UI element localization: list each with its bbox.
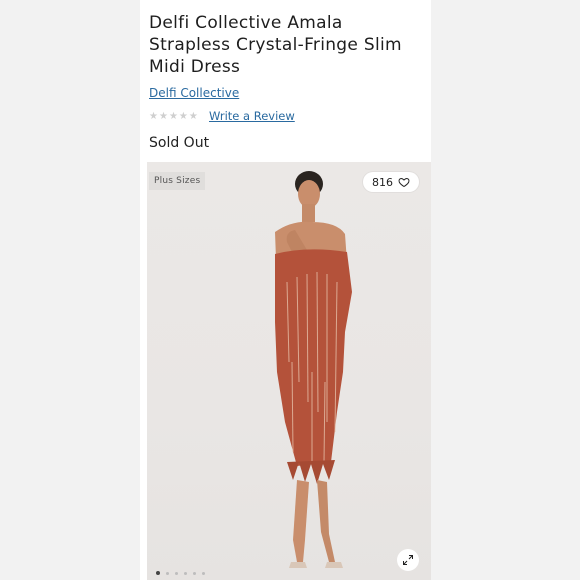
plus-sizes-tag: Plus Sizes [149, 172, 206, 190]
like-button[interactable]: 816 [363, 172, 419, 192]
carousel-dot[interactable] [184, 571, 187, 575]
star-icon: ★ [149, 111, 158, 122]
carousel-dot[interactable] [193, 571, 196, 575]
carousel-dot[interactable] [175, 571, 178, 575]
brand-link[interactable]: Delfi Collective [149, 86, 239, 100]
star-icon: ★ [178, 111, 188, 122]
product-page: Delfi Collective Amala Strapless Crystal… [140, 0, 431, 580]
product-title: Delfi Collective Amala Strapless Crystal… [149, 13, 402, 77]
star-icon: ★ [158, 111, 168, 122]
model-photo [275, 171, 352, 568]
star-icon: ★ [188, 111, 198, 122]
like-count: 816 [372, 175, 393, 189]
expand-icon [403, 555, 413, 565]
carousel-indicator [156, 571, 205, 575]
carousel-dot[interactable] [166, 571, 169, 575]
star-icon: ★ [168, 111, 178, 122]
write-review-link[interactable]: Write a Review [209, 109, 295, 123]
product-image[interactable]: Plus Sizes 816 [147, 162, 431, 580]
heart-icon [398, 177, 410, 188]
carousel-dot[interactable] [202, 571, 205, 575]
stock-status: Sold Out [149, 135, 210, 151]
star-rating[interactable]: ★ ★ ★ ★ ★ [149, 110, 199, 124]
carousel-dot[interactable] [156, 571, 160, 575]
expand-button[interactable] [397, 549, 419, 571]
